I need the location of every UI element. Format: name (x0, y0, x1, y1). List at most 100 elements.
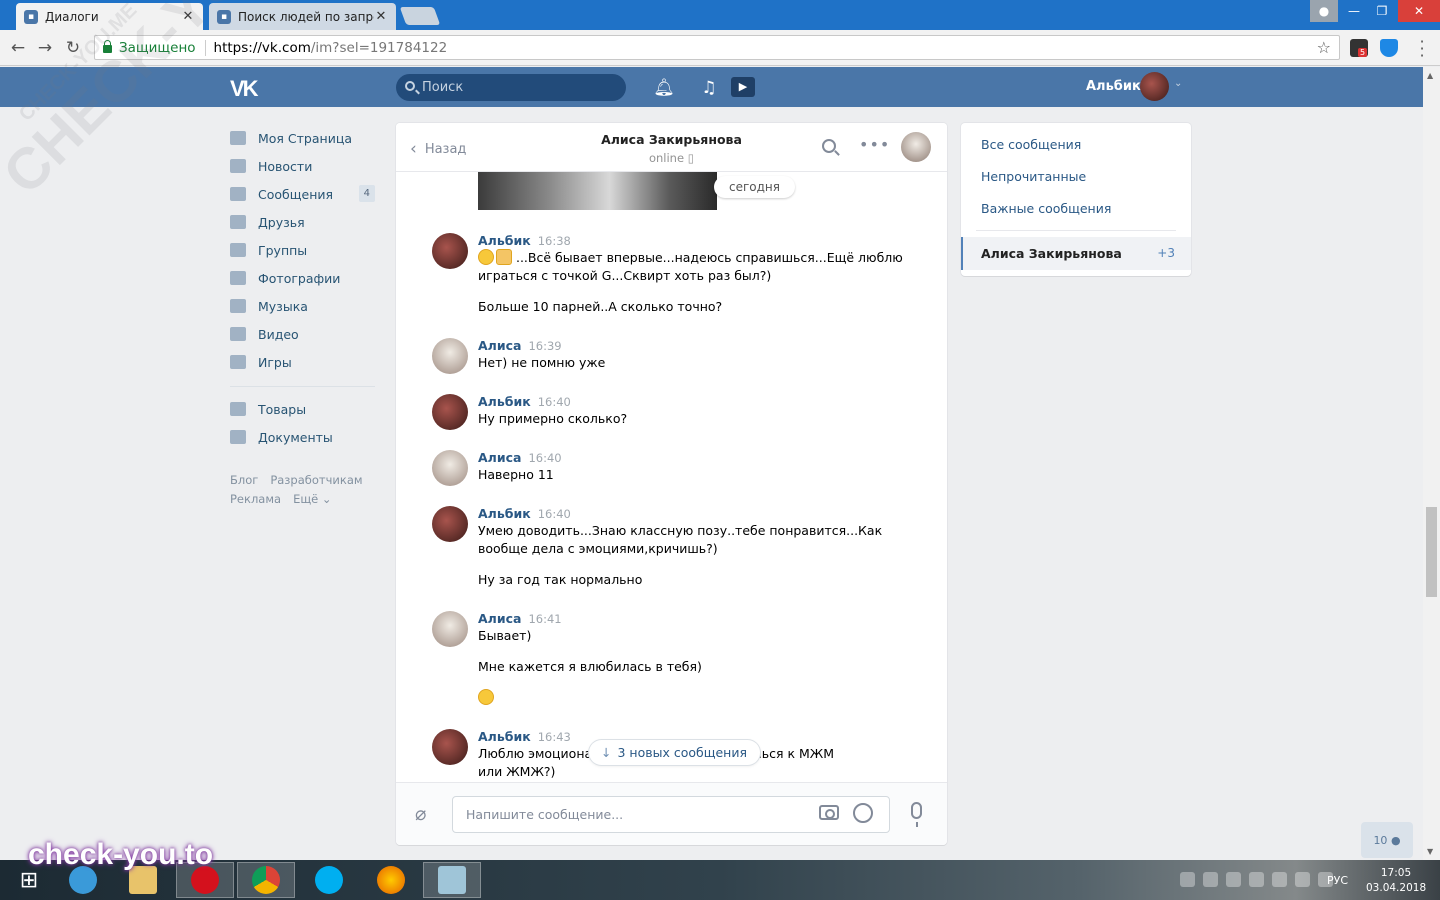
online-friends-button[interactable]: 10 ● (1361, 822, 1413, 858)
profile-icon[interactable]: ● (1310, 0, 1338, 22)
browser-menu-icon[interactable]: · · · (1416, 34, 1428, 64)
filter-important[interactable]: Важные сообщения (981, 201, 1111, 216)
tab-dialogs[interactable]: ▪ Диалоги ✕ (16, 3, 203, 30)
sidebar-item-messages[interactable]: Сообщения 4 (230, 180, 375, 208)
sidebar-item-my-page[interactable]: Моя Страница (230, 124, 375, 152)
sidebar-item-documents[interactable]: Документы (230, 423, 375, 451)
footer-link-ads[interactable]: Реклама (230, 492, 281, 506)
more-icon[interactable]: ••• (859, 135, 890, 154)
forward-arrow-icon[interactable]: → (34, 37, 56, 59)
divider (976, 230, 1176, 231)
shield-extension-icon[interactable] (1380, 39, 1398, 57)
message-author[interactable]: Алиса (478, 338, 521, 353)
player-icon[interactable]: ▶ (731, 77, 755, 97)
close-window-button[interactable]: ✕ (1398, 0, 1440, 22)
message-group: Альбик 16:40 Ну примерно сколько? (432, 394, 912, 430)
address-bar[interactable]: Защищено https://vk.com/im?sel=191784122… (94, 35, 1340, 60)
sidebar-item-music[interactable]: Музыка (230, 292, 375, 320)
bell-icon[interactable]: 🔔︎ (653, 78, 675, 98)
groups-icon (230, 243, 246, 257)
scroll-up-icon[interactable]: ▲ (1427, 71, 1433, 80)
avatar[interactable] (1140, 72, 1169, 101)
sidebar-item-games[interactable]: Игры (230, 348, 375, 376)
message-author[interactable]: Альбик (478, 233, 531, 248)
chevron-down-icon[interactable]: ⌄ (1174, 78, 1182, 89)
skype-tray-icon[interactable] (1226, 872, 1241, 887)
user-name[interactable]: Альбик (1086, 79, 1141, 94)
new-messages-button[interactable]: ↓ 3 новых сообщения (589, 740, 760, 765)
close-icon[interactable]: ✕ (374, 9, 388, 24)
extension-icon[interactable]: 5 (1350, 39, 1368, 57)
taskbar-app[interactable] (423, 862, 481, 898)
message-author[interactable]: Алиса (478, 611, 521, 626)
paperclip-icon[interactable]: ⌀ (415, 803, 426, 825)
photo-attachment[interactable]: сегодня (478, 172, 795, 210)
message-history[interactable]: сегодня Альбик 16:38 ...Всё бывает впервы… (396, 172, 947, 782)
message-author[interactable]: Альбик (478, 729, 531, 744)
sidebar-item-photos[interactable]: Фотографии (230, 264, 375, 292)
close-icon[interactable]: ✕ (181, 9, 195, 24)
tray-icon[interactable] (1249, 872, 1264, 887)
avatar[interactable] (432, 394, 468, 430)
scroll-down-icon[interactable]: ▼ (1427, 847, 1433, 856)
taskbar-firefox[interactable] (362, 862, 420, 898)
network-icon[interactable] (1295, 872, 1310, 887)
docs-icon (230, 430, 246, 444)
sidebar-item-video[interactable]: Видео (230, 320, 375, 348)
page-scrollbar[interactable]: ▲ ▼ (1423, 67, 1440, 860)
minimize-button[interactable]: — (1340, 0, 1368, 22)
tab-people-search[interactable]: ▪ Поиск людей по запрос ✕ (209, 3, 396, 30)
music-icon (230, 299, 246, 313)
camera-icon[interactable] (819, 805, 839, 820)
lock-icon (103, 40, 112, 53)
message-time: 16:38 (537, 234, 571, 248)
microphone-icon[interactable] (911, 802, 922, 827)
active-conversation[interactable]: Алиса Закирьянова +3 (961, 237, 1191, 270)
vk-logo[interactable]: VK (230, 76, 259, 102)
avatar[interactable] (432, 450, 468, 486)
message-author[interactable]: Альбик (478, 506, 531, 521)
contact-avatar[interactable] (901, 132, 931, 162)
scroll-thumb[interactable] (1426, 507, 1437, 597)
sidebar-item-label: Друзья (258, 214, 305, 230)
message-author[interactable]: Алиса (478, 450, 521, 465)
back-arrow-icon[interactable]: ← (7, 37, 29, 59)
sidebar-item-friends[interactable]: Друзья (230, 208, 375, 236)
filter-unread[interactable]: Непрочитанные (981, 169, 1086, 184)
filter-all-messages[interactable]: Все сообщения (981, 137, 1081, 152)
bookmark-star-icon[interactable]: ☆ (1317, 38, 1331, 57)
language-indicator[interactable]: РУС (1327, 874, 1348, 887)
sidebar-item-goods[interactable]: Товары (230, 395, 375, 423)
reload-icon[interactable]: ↻ (62, 37, 84, 59)
sidebar-item-label: Сообщения (258, 186, 334, 202)
tray-icon[interactable] (1203, 872, 1218, 887)
message-text: Больше 10 парней..А сколько точно? (478, 299, 723, 314)
tray-icon[interactable] (1180, 872, 1195, 887)
footer-link-developers[interactable]: Разработчикам (270, 473, 362, 487)
avatar[interactable] (432, 506, 468, 542)
search-input[interactable]: Поиск (396, 74, 626, 101)
emoji-icon[interactable] (853, 803, 873, 823)
unread-count: +3 (1157, 246, 1175, 260)
person-icon: ● (1390, 833, 1401, 847)
tray-icon[interactable] (1272, 872, 1287, 887)
new-tab-button[interactable] (399, 7, 441, 25)
avatar[interactable] (432, 338, 468, 374)
clock[interactable]: 17:05 03.04.2018 (1366, 866, 1426, 896)
taskbar-skype[interactable] (300, 862, 358, 898)
footer-link-more[interactable]: Ещё ⌄ (293, 492, 331, 506)
avatar[interactable] (432, 611, 468, 647)
maximize-button[interactable]: ❐ (1368, 0, 1396, 22)
avatar[interactable] (432, 233, 468, 269)
music-icon[interactable]: ♫ (698, 78, 720, 98)
browser-toolbar: ← → ↻ Защищено https://vk.com/im?sel=191… (0, 30, 1440, 66)
sidebar-item-groups[interactable]: Группы (230, 236, 375, 264)
search-icon[interactable] (822, 139, 836, 153)
message-author[interactable]: Альбик (478, 394, 531, 409)
taskbar-chrome[interactable] (237, 862, 295, 898)
video-icon (230, 327, 246, 341)
avatar[interactable] (432, 729, 468, 765)
composer: ⌀ Напишите сообщение... (396, 782, 947, 845)
sidebar-item-news[interactable]: Новости (230, 152, 375, 180)
footer-link-blog[interactable]: Блог (230, 473, 258, 487)
